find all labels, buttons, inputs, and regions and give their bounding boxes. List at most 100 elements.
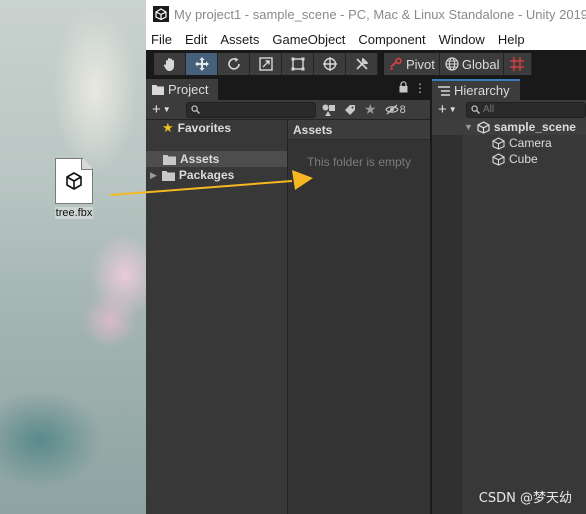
transform-tool-button[interactable]	[314, 53, 346, 75]
folder-icon	[161, 170, 175, 181]
favorites-label: Favorites	[177, 121, 232, 135]
hand-tool-button[interactable]	[154, 53, 186, 75]
editor-panes: Project ⋮ + ▼ ★ 8 ★ Favorites Assets ▶ P…	[146, 78, 586, 514]
menu-file[interactable]: File	[151, 32, 172, 47]
camera-label: Camera	[509, 136, 552, 150]
project-body: ★ Favorites Assets ▶ Packages Assets Thi…	[146, 120, 430, 514]
tab-project[interactable]: Project	[146, 79, 219, 100]
hierarchy-list-icon	[438, 85, 450, 96]
pivot-icon	[390, 57, 402, 70]
unity-editor-window: My project1 - sample_scene - PC, Mac & L…	[146, 0, 586, 514]
menu-edit[interactable]: Edit	[185, 32, 207, 47]
menu-bar: File Edit Assets GameObject Component Wi…	[146, 28, 586, 50]
window-title: My project1 - sample_scene - PC, Mac & L…	[174, 6, 586, 22]
grid-snap-icon	[509, 57, 524, 71]
main-toolbar: Pivot Global	[146, 50, 586, 78]
menu-help[interactable]: Help	[498, 32, 525, 47]
create-asset-button[interactable]: + ▼	[152, 101, 178, 118]
menu-gameobject[interactable]: GameObject	[272, 32, 345, 47]
dropdown-caret-icon: ▼	[448, 105, 457, 114]
transform-combined-icon	[322, 57, 337, 71]
desktop-background: tree.fbx	[0, 0, 146, 514]
scale-tool-button[interactable]	[250, 53, 282, 75]
gameobject-cube-icon	[492, 152, 505, 166]
packages-folder-label: Packages	[178, 168, 235, 182]
fbx-file-icon	[55, 158, 93, 204]
search-icon	[191, 105, 200, 114]
hierarchy-toolbar: + ▼	[432, 100, 586, 120]
project-tab-label: Project	[168, 82, 209, 97]
desktop-file-tree-fbx[interactable]: tree.fbx	[50, 158, 98, 219]
expand-arrow-icon[interactable]: ▶	[150, 170, 157, 181]
create-gameobject-button[interactable]: + ▼	[438, 101, 464, 118]
rotate-icon	[227, 57, 240, 70]
rect-transform-icon	[291, 57, 304, 71]
folder-icon	[163, 154, 176, 165]
star-icon: ★	[162, 120, 174, 135]
menu-window[interactable]: Window	[439, 32, 485, 47]
transform-tools	[154, 53, 378, 75]
more-options-icon[interactable]: ⋮	[414, 81, 426, 95]
tree-item-assets[interactable]: Assets	[146, 151, 287, 167]
hierarchy-gutter	[432, 120, 462, 514]
dropdown-caret-icon: ▼	[162, 105, 171, 114]
assets-content-area[interactable]: Assets This folder is empty	[288, 120, 430, 514]
pivot-label: Pivot	[406, 56, 435, 72]
unity-logo-icon	[153, 6, 169, 22]
hierarchy-item-camera[interactable]: Camera	[432, 135, 586, 151]
watermark-text: CSDN @梦天幼	[478, 491, 572, 506]
move-icon	[194, 57, 209, 71]
rect-tool-button[interactable]	[282, 53, 314, 75]
hierarchy-tab-label: Hierarchy	[454, 83, 510, 98]
file-name-label: tree.fbx	[54, 207, 94, 219]
custom-tool-button[interactable]	[346, 53, 378, 75]
assets-breadcrumb: Assets	[288, 120, 430, 140]
search-icon	[471, 105, 480, 114]
project-toolbar: + ▼ ★ 8	[146, 100, 430, 120]
scene-row[interactable]: ▼ sample_scene	[432, 119, 586, 135]
folder-icon	[152, 85, 164, 95]
filter-by-type-icon[interactable]	[322, 104, 336, 116]
tree-item-favorites[interactable]: ★ Favorites	[146, 120, 287, 136]
eye-hidden-icon	[384, 104, 399, 115]
globe-icon	[445, 57, 459, 71]
hierarchy-panel: Hierarchy +▼ ▼	[430, 78, 586, 514]
favorites-filter-icon[interactable]: ★	[364, 101, 377, 118]
hierarchy-tab-bar: Hierarchy	[432, 78, 586, 100]
folder-tree: ★ Favorites Assets ▶ Packages	[146, 120, 288, 514]
project-filter-icons: ★ 8	[322, 101, 406, 118]
filter-by-label-icon[interactable]	[344, 104, 356, 116]
project-search-field[interactable]	[186, 101, 316, 118]
menu-assets[interactable]: Assets	[220, 32, 259, 47]
project-tab-bar: Project ⋮	[146, 78, 430, 100]
title-bar: My project1 - sample_scene - PC, Mac & L…	[146, 0, 586, 28]
hierarchy-item-cube[interactable]: Cube	[432, 151, 586, 167]
tools-icon	[355, 57, 368, 70]
global-toggle-button[interactable]: Global	[439, 53, 505, 75]
plus-icon: +	[152, 101, 161, 118]
hierarchy-search-field[interactable]	[466, 101, 586, 118]
plus-icon: +	[438, 101, 447, 118]
rotate-tool-button[interactable]	[218, 53, 250, 75]
tab-hierarchy[interactable]: Hierarchy	[432, 79, 520, 100]
global-label: Global	[461, 56, 500, 72]
tree-item-packages[interactable]: ▶ Packages	[146, 167, 287, 183]
cube-label: Cube	[509, 152, 538, 166]
lock-icon[interactable]	[399, 81, 408, 93]
unity-scene-icon	[477, 120, 490, 134]
pivot-toggle-button[interactable]: Pivot	[384, 53, 440, 75]
move-tool-button[interactable]	[186, 53, 218, 75]
assets-folder-label: Assets	[180, 152, 220, 166]
grid-snap-button[interactable]	[504, 53, 533, 75]
project-panel: Project ⋮ + ▼ ★ 8 ★ Favorites Assets ▶ P…	[146, 78, 430, 514]
hidden-packages-toggle[interactable]: 8	[384, 103, 406, 116]
hidden-count: 8	[399, 103, 406, 116]
hierarchy-search-input[interactable]	[483, 104, 583, 115]
project-tab-actions: ⋮	[399, 81, 426, 95]
project-search-input[interactable]	[203, 104, 303, 115]
empty-folder-message: This folder is empty	[306, 155, 412, 169]
gameobject-cube-icon	[492, 136, 505, 150]
collapse-arrow-icon[interactable]: ▼	[464, 122, 473, 132]
scene-name: sample_scene	[493, 120, 576, 134]
menu-component[interactable]: Component	[358, 32, 425, 47]
